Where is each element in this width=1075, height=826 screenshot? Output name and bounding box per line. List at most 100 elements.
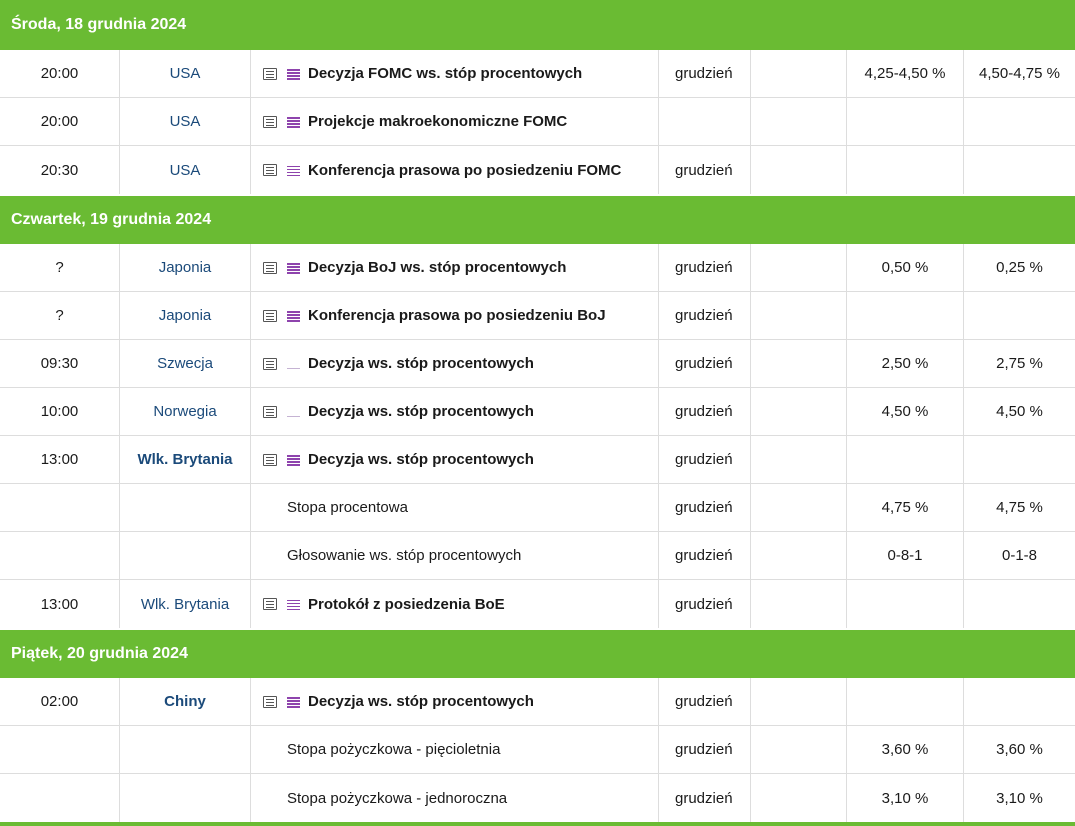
event-country — [120, 532, 251, 579]
forecast-value: 3,10 % — [996, 789, 1043, 807]
list-details-icon[interactable] — [263, 405, 277, 418]
event-name[interactable]: Decyzja ws. stóp procentowych — [308, 451, 534, 468]
event-subitem-name[interactable]: Stopa pożyczkowa - jednoroczna — [287, 790, 507, 807]
list-details-icon[interactable] — [263, 453, 277, 466]
table-row[interactable]: Stopa procentowa grudzień 4,75 % 4,75 % — [0, 484, 1075, 532]
event-period: grudzień — [659, 146, 751, 194]
event-name[interactable]: Konferencja prasowa po posiedzeniu FOMC — [308, 162, 621, 179]
event-name[interactable]: Decyzja BoJ ws. stóp procentowych — [308, 259, 566, 276]
bottom-divider — [0, 822, 1075, 826]
previous-value: 0-8-1 — [847, 532, 964, 579]
forecast-value — [964, 678, 1075, 725]
table-row[interactable]: 20:30 USA Konferencja prasowa po posiedzen… — [0, 146, 1075, 194]
event-country[interactable]: Chiny — [120, 678, 251, 725]
importance-bars-icon — [287, 310, 300, 322]
list-details-icon[interactable] — [263, 357, 277, 370]
event-cell[interactable]: Stopa pożyczkowa - jednoroczna — [251, 774, 659, 822]
event-country[interactable]: USA — [120, 98, 251, 145]
forecast-value — [964, 580, 1075, 628]
table-row[interactable]: ? Japonia Decyzja BoJ ws. stóp procentowyc… — [0, 244, 1075, 292]
actual-value — [751, 726, 847, 773]
event-period: grudzień — [659, 436, 751, 483]
event-cell[interactable]: Decyzja FOMC ws. stóp procentowych — [251, 50, 659, 97]
table-row[interactable]: 20:00 USA Projekcje makroekonomiczne FOMC — [0, 98, 1075, 146]
forecast-value: 0-1-8 — [1001, 547, 1038, 564]
actual-value — [751, 532, 847, 579]
event-country[interactable]: USA — [120, 146, 251, 194]
event-cell[interactable]: Głosowanie ws. stóp procentowych — [251, 532, 659, 579]
event-country[interactable]: Norwegia — [120, 388, 251, 435]
event-name[interactable]: Decyzja ws. stóp procentowych — [308, 403, 534, 420]
table-row[interactable]: 09:30 Szwecja Decyzja ws. stóp procentowyc… — [0, 340, 1075, 388]
table-row[interactable]: 20:00 USA Decyzja FOMC ws. stóp procentowy… — [0, 50, 1075, 98]
event-cell[interactable]: Protokół z posiedzenia BoE — [251, 580, 659, 628]
previous-value — [847, 580, 964, 628]
event-cell[interactable]: Decyzja ws. stóp procentowych — [251, 388, 659, 435]
event-cell[interactable]: Decyzja ws. stóp procentowych — [251, 340, 659, 387]
event-name[interactable]: Projekcje makroekonomiczne FOMC — [308, 113, 567, 130]
list-details-icon[interactable] — [263, 695, 277, 708]
list-details-icon[interactable] — [263, 67, 277, 80]
event-subitem-name[interactable]: Stopa procentowa — [287, 499, 408, 516]
event-cell[interactable]: Decyzja ws. stóp procentowych — [251, 678, 659, 725]
event-time: 20:00 — [0, 50, 120, 97]
table-row[interactable]: Stopa pożyczkowa - pięcioletnia grudzień 3… — [0, 726, 1075, 774]
event-country[interactable]: Wlk. Brytania — [120, 580, 251, 628]
event-name[interactable]: Konferencja prasowa po posiedzeniu BoJ — [308, 307, 606, 324]
event-time: 20:00 — [0, 98, 120, 145]
event-time: 09:30 — [0, 340, 120, 387]
event-time: 13:00 — [0, 436, 120, 483]
forecast-value — [964, 146, 1075, 194]
table-row[interactable]: 02:00 Chiny Decyzja ws. stóp procentowych g… — [0, 678, 1075, 726]
event-name[interactable]: Decyzja ws. stóp procentowych — [308, 693, 534, 710]
list-details-icon[interactable] — [263, 115, 277, 128]
event-name[interactable]: Decyzja ws. stóp procentowych — [308, 355, 534, 372]
event-country[interactable]: USA — [120, 50, 251, 97]
event-time: 20:30 — [0, 146, 120, 194]
event-time — [0, 774, 120, 822]
event-cell[interactable]: Decyzja BoJ ws. stóp procentowych — [251, 244, 659, 291]
event-name[interactable]: Decyzja FOMC ws. stóp procentowych — [308, 65, 582, 82]
actual-value — [751, 340, 847, 387]
event-cell[interactable]: Stopa procentowa — [251, 484, 659, 531]
actual-value — [751, 678, 847, 725]
event-cell[interactable]: Decyzja ws. stóp procentowych — [251, 436, 659, 483]
event-cell[interactable]: Stopa pożyczkowa - pięcioletnia — [251, 726, 659, 773]
event-time — [0, 532, 120, 579]
previous-value — [847, 678, 964, 725]
previous-value: 0,50 % — [847, 244, 964, 291]
event-subitem-name[interactable]: Głosowanie ws. stóp procentowych — [287, 547, 521, 564]
event-country[interactable]: Szwecja — [120, 340, 251, 387]
list-details-icon[interactable] — [263, 598, 277, 610]
previous-value — [847, 292, 964, 339]
event-country — [120, 726, 251, 773]
table-row[interactable]: Stopa pożyczkowa - jednoroczna grudzień 3,… — [0, 774, 1075, 822]
previous-value: 3,10 % — [847, 774, 964, 822]
event-subitem-name[interactable]: Stopa pożyczkowa - pięcioletnia — [287, 741, 500, 758]
list-details-icon[interactable] — [263, 164, 277, 176]
event-cell[interactable]: Konferencja prasowa po posiedzeniu FOMC — [251, 146, 659, 194]
event-country[interactable]: Japonia — [120, 244, 251, 291]
table-row[interactable]: 10:00 Norwegia Decyzja ws. stóp procentowy… — [0, 388, 1075, 436]
event-period: grudzień — [659, 726, 751, 773]
event-cell[interactable]: Projekcje makroekonomiczne FOMC — [251, 98, 659, 145]
event-time: 13:00 — [0, 580, 120, 628]
event-cell[interactable]: Konferencja prasowa po posiedzeniu BoJ — [251, 292, 659, 339]
table-row[interactable]: Głosowanie ws. stóp procentowych grudzień… — [0, 532, 1075, 580]
table-row[interactable]: 13:00 Wlk. Brytania Decyzja ws. stóp proce… — [0, 436, 1075, 484]
event-time — [0, 484, 120, 531]
actual-value — [751, 50, 847, 97]
forecast-value: 2,75 % — [996, 355, 1043, 372]
previous-value: 4,50 % — [847, 388, 964, 435]
list-details-icon[interactable] — [263, 261, 277, 274]
table-row[interactable]: ? Japonia Konferencja prasowa po posiedzen… — [0, 292, 1075, 340]
list-details-icon[interactable] — [263, 309, 277, 322]
event-time: ? — [0, 292, 120, 339]
event-name[interactable]: Protokół z posiedzenia BoE — [308, 596, 505, 613]
event-country[interactable]: Wlk. Brytania — [120, 436, 251, 483]
previous-value — [847, 436, 964, 483]
event-country[interactable]: Japonia — [120, 292, 251, 339]
event-period: grudzień — [659, 774, 751, 822]
event-period: grudzień — [659, 340, 751, 387]
table-row[interactable]: 13:00 Wlk. Brytania Protokół z posiedzenia… — [0, 580, 1075, 628]
